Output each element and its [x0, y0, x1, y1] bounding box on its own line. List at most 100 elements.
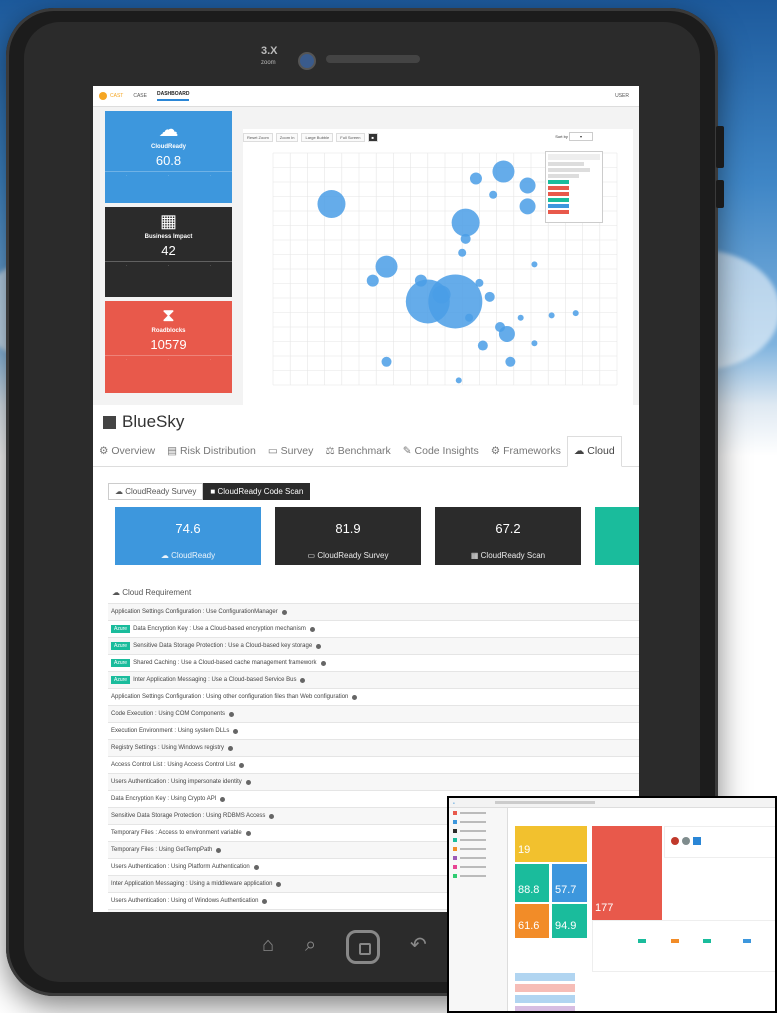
search-icon[interactable]: ⌕: [305, 934, 316, 957]
subtab-cloudready-survey[interactable]: ☁ CloudReady Survey: [108, 483, 204, 500]
inset-metric-tile[interactable]: 61.6: [515, 904, 549, 938]
help-icon[interactable]: [316, 643, 322, 649]
bubble-point[interactable]: [465, 313, 474, 322]
inset-sidebar-item[interactable]: [449, 808, 507, 817]
inset-metric-tile[interactable]: 88.8: [515, 864, 549, 902]
requirement-row[interactable]: Registry Settings : Using Windows regist…: [108, 739, 639, 756]
help-icon[interactable]: [216, 847, 222, 853]
requirement-row[interactable]: Application Settings Configuration : Use…: [108, 603, 639, 620]
bubble-point[interactable]: [460, 233, 471, 244]
tab-benchmark[interactable]: ⚖ Benchmark: [319, 445, 396, 457]
bubble-point[interactable]: [531, 261, 538, 268]
zoom-in-button[interactable]: Zoom In: [275, 133, 299, 142]
inset-badge: [638, 939, 646, 943]
help-icon[interactable]: [228, 745, 234, 751]
roadblocks-card[interactable]: ⧗ Roadblocks 10579 · · ·: [105, 301, 232, 393]
tab-code-insights[interactable]: ✎ Code Insights: [397, 445, 485, 457]
bubble-point[interactable]: [366, 274, 379, 287]
bubble-point[interactable]: [469, 172, 482, 185]
inset-metric-tile[interactable]: 19: [515, 826, 587, 862]
inset-sidebar-item[interactable]: [449, 853, 507, 862]
bubble-point[interactable]: [495, 322, 506, 332]
inset-sidebar-item[interactable]: [449, 817, 507, 826]
export-icon[interactable]: ■: [367, 133, 378, 142]
inset-sidebar-item[interactable]: [449, 862, 507, 871]
add-member-icon[interactable]: [693, 837, 701, 845]
back-icon[interactable]: ↶: [410, 932, 427, 957]
tab-cloud[interactable]: ☁ Cloud: [566, 436, 622, 467]
bubble-point[interactable]: [455, 377, 462, 384]
help-icon[interactable]: [276, 881, 282, 887]
help-icon[interactable]: [229, 711, 235, 717]
requirement-row[interactable]: Users Authentication : Using impersonate…: [108, 773, 639, 790]
bubble-point[interactable]: [489, 190, 498, 199]
large-bubble-button[interactable]: Large Bubble: [301, 133, 334, 142]
inset-topbar: ●: [449, 798, 775, 808]
bubble-point[interactable]: [492, 160, 515, 183]
help-icon[interactable]: [233, 728, 239, 734]
tab-risk-distribution[interactable]: ▤ Risk Distribution: [161, 445, 262, 457]
bubble-point[interactable]: [505, 356, 516, 367]
tab-survey[interactable]: ▭ Survey: [262, 445, 320, 457]
bubble-point[interactable]: [517, 314, 524, 321]
help-icon[interactable]: [253, 864, 259, 870]
cloudready-card[interactable]: ☁ CloudReady 60.8 · · ·: [105, 111, 232, 203]
bubble-point[interactable]: [475, 278, 484, 287]
help-icon[interactable]: [269, 813, 275, 819]
requirement-row[interactable]: Application Settings Configuration : Usi…: [108, 688, 639, 705]
help-icon[interactable]: [309, 626, 315, 632]
requirement-row[interactable]: Azure Shared Caching : Use a Cloud-based …: [108, 654, 639, 671]
home-button[interactable]: [346, 930, 380, 964]
help-icon[interactable]: [262, 898, 268, 904]
bubble-point[interactable]: [451, 208, 480, 237]
inset-sidebar-label-line: [460, 865, 486, 868]
help-icon[interactable]: [245, 779, 251, 785]
nav-dashboard[interactable]: DASHBOARD: [156, 91, 190, 101]
subtab-cloudready-code-scan[interactable]: ■ CloudReady Code Scan: [203, 483, 311, 500]
bubble-point[interactable]: [519, 198, 536, 215]
inset-metric-tile[interactable]: 94.9: [552, 904, 587, 938]
requirement-row[interactable]: Azure Sensitive Data Storage Protection :…: [108, 637, 639, 654]
speaker-grille: [326, 55, 420, 63]
help-icon[interactable]: [320, 660, 326, 666]
help-icon[interactable]: [220, 796, 226, 802]
sort-by-control[interactable]: Sort by ▾: [555, 132, 593, 141]
user-menu[interactable]: USER: [615, 93, 629, 99]
tab-overview[interactable]: ⚙ Overview: [93, 445, 161, 457]
inset-metric-tile[interactable]: 57.7: [552, 864, 587, 902]
help-icon[interactable]: [239, 762, 245, 768]
inset-metric-tile[interactable]: 177: [592, 826, 662, 920]
inset-sidebar-item[interactable]: [449, 844, 507, 853]
bubble-point[interactable]: [531, 340, 538, 347]
back-home-icon[interactable]: ⌂: [262, 934, 274, 957]
nav-case[interactable]: CASE: [133, 93, 147, 99]
bubble-point[interactable]: [375, 255, 398, 278]
requirement-row[interactable]: Access Control List : Using Access Contr…: [108, 756, 639, 773]
reset-zoom-button[interactable]: Reset Zoom: [243, 133, 273, 142]
help-icon[interactable]: [281, 609, 287, 615]
inset-sidebar-item[interactable]: [449, 835, 507, 844]
bubble-point[interactable]: [432, 285, 451, 304]
bubble-point[interactable]: [381, 356, 392, 367]
bubble-point[interactable]: [317, 190, 346, 219]
bubble-point[interactable]: [484, 291, 495, 302]
bubble-point[interactable]: [477, 340, 488, 351]
bubble-point[interactable]: [458, 248, 467, 257]
inset-sidebar-item[interactable]: [449, 871, 507, 880]
business-impact-card[interactable]: ▦ Business Impact 42 · · ·: [105, 207, 232, 297]
inset-badge: [743, 939, 751, 943]
bubble-point[interactable]: [572, 310, 579, 317]
inset-sidebar-item[interactable]: [449, 826, 507, 835]
bubble-point[interactable]: [548, 312, 555, 319]
requirement-row[interactable]: Code Execution : Using COM Components: [108, 705, 639, 722]
requirement-row[interactable]: Azure Data Encryption Key : Use a Cloud-b…: [108, 620, 639, 637]
azure-badge: Azure: [111, 625, 131, 633]
help-icon[interactable]: [352, 694, 358, 700]
help-icon[interactable]: [245, 830, 251, 836]
tab-frameworks[interactable]: ⚙ Frameworks: [485, 445, 567, 457]
bubble-point[interactable]: [519, 177, 536, 194]
help-icon[interactable]: [300, 677, 306, 683]
requirement-row[interactable]: Execution Environment : Using system DLL…: [108, 722, 639, 739]
requirement-row[interactable]: Azure Inter Application Messaging : Use a…: [108, 671, 639, 688]
full-screen-button[interactable]: Full Screen: [336, 133, 365, 142]
